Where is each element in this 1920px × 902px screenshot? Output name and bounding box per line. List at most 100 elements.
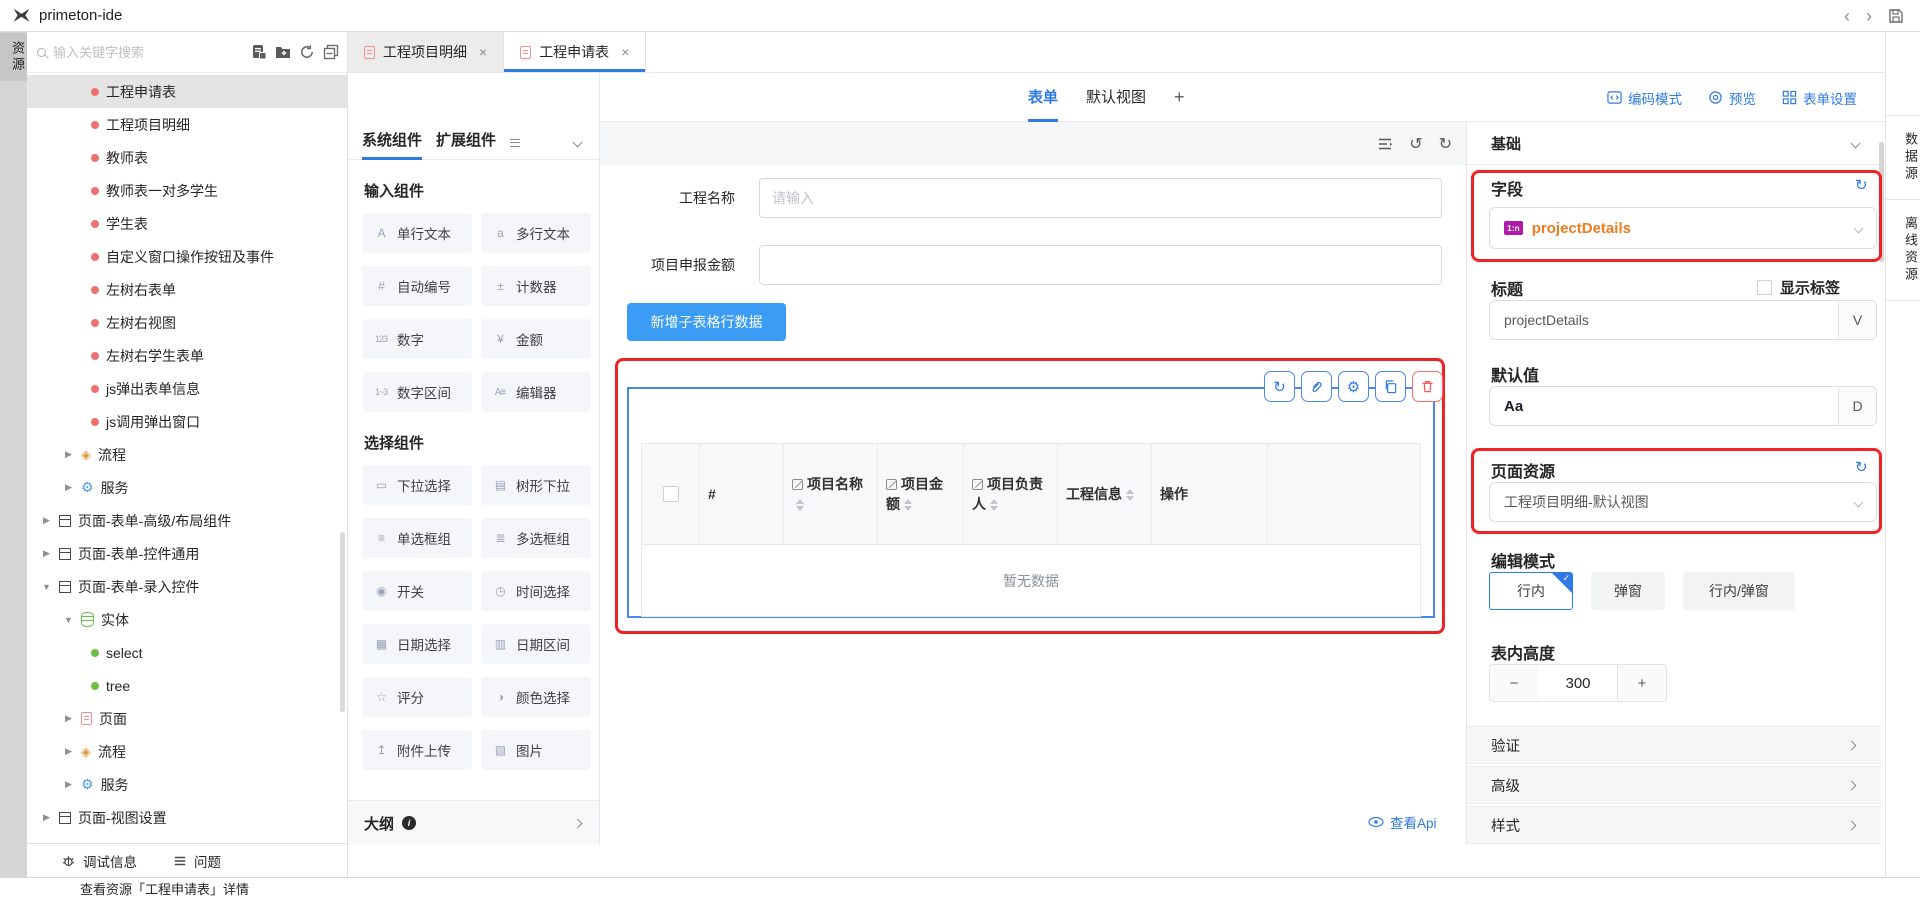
palette-item[interactable]: ¥金额 bbox=[481, 319, 591, 359]
mode-popup-button[interactable]: 弹窗 bbox=[1591, 572, 1665, 610]
palette-item[interactable]: ☆评分 bbox=[362, 677, 472, 717]
view-api-link[interactable]: 查看Api bbox=[1368, 812, 1437, 832]
palette-item[interactable]: ▥日期区间 bbox=[481, 624, 591, 664]
tree-item[interactable]: 学生表 bbox=[27, 207, 347, 240]
expand-arrow-icon[interactable]: ▶ bbox=[41, 548, 52, 559]
problems-tab[interactable]: 问题 bbox=[173, 851, 221, 871]
form-view-tab[interactable]: 表单 bbox=[1028, 73, 1058, 122]
amount-column-header[interactable]: 项目金额 bbox=[878, 444, 964, 544]
preview-button[interactable]: 预览 bbox=[1708, 88, 1756, 108]
expand-arrow-icon[interactable]: ▶ bbox=[63, 746, 74, 757]
tree-item[interactable]: 左树右视图 bbox=[27, 306, 347, 339]
select-all-checkbox[interactable] bbox=[663, 486, 679, 502]
field-sync-icon[interactable]: ↻ bbox=[1855, 176, 1868, 194]
name-column-header[interactable]: 项目名称 bbox=[784, 444, 878, 544]
delete-button[interactable] bbox=[1412, 371, 1443, 402]
advanced-section-header[interactable]: 高级 bbox=[1467, 766, 1881, 804]
tree-item-package[interactable]: ▶页面-表单-控件通用 bbox=[27, 537, 347, 570]
default-dynamic-button[interactable]: D bbox=[1838, 387, 1876, 425]
palette-item[interactable]: 1~3数字区间 bbox=[362, 372, 472, 412]
collapse-all-icon[interactable] bbox=[323, 44, 339, 60]
default-value-input[interactable] bbox=[1490, 387, 1838, 425]
palette-item[interactable]: ▭下拉选择 bbox=[362, 465, 472, 505]
expand-arrow-icon[interactable]: ▶ bbox=[63, 713, 74, 724]
palette-item[interactable]: ↥附件上传 bbox=[362, 730, 472, 770]
settings-button[interactable]: ⚙ bbox=[1338, 371, 1369, 402]
info-column-header[interactable]: 工程信息 bbox=[1058, 444, 1152, 544]
expand-arrow-icon[interactable]: ▶ bbox=[63, 779, 74, 790]
owner-column-header[interactable]: 项目负责人 bbox=[964, 444, 1058, 544]
sort-icon[interactable] bbox=[1126, 489, 1134, 501]
nav-back-icon[interactable]: ‹ bbox=[1844, 6, 1850, 27]
add-view-button[interactable]: + bbox=[1174, 73, 1185, 122]
expand-arrow-icon[interactable]: ▶ bbox=[41, 515, 52, 526]
tree-item-service[interactable]: ▶⚙服务 bbox=[27, 471, 347, 504]
tree-item[interactable]: 教师表一对多学生 bbox=[27, 174, 347, 207]
tree-item[interactable]: js调用弹出窗口 bbox=[27, 405, 347, 438]
palette-collapse-icon[interactable] bbox=[573, 138, 583, 148]
sidebar-scrollbar[interactable] bbox=[340, 532, 345, 712]
system-components-tab[interactable]: 系统组件 bbox=[362, 126, 422, 160]
locate-file-icon[interactable] bbox=[251, 44, 267, 60]
title-input[interactable] bbox=[1490, 301, 1838, 339]
tree-item[interactable]: 工程项目明细 bbox=[27, 108, 347, 141]
style-section-header[interactable]: 样式 bbox=[1467, 806, 1881, 844]
tree-item-flow[interactable]: ▶◈流程 bbox=[27, 438, 347, 471]
undo-icon[interactable]: ↺ bbox=[1409, 134, 1422, 154]
new-folder-icon[interactable] bbox=[275, 44, 291, 60]
sort-icon[interactable] bbox=[904, 499, 912, 511]
palette-item[interactable]: ≡单选框组 bbox=[362, 518, 472, 558]
tree-item[interactable]: 左树右表单 bbox=[27, 273, 347, 306]
basic-section-header[interactable]: 基础 bbox=[1467, 122, 1885, 165]
tree-item[interactable]: js弹出表单信息 bbox=[27, 372, 347, 405]
field-select[interactable]: 1:n projectDetails bbox=[1489, 207, 1877, 249]
expand-arrow-icon[interactable]: ▶ bbox=[41, 812, 52, 823]
sort-icon[interactable] bbox=[990, 499, 998, 511]
page-resource-select[interactable]: 工程项目明细-默认视图 bbox=[1489, 482, 1877, 522]
palette-item[interactable]: 123数字 bbox=[362, 319, 472, 359]
refresh-icon[interactable] bbox=[299, 44, 315, 60]
collapse-arrow-icon[interactable]: ▼ bbox=[63, 615, 74, 625]
palette-item[interactable]: A单行文本 bbox=[362, 213, 472, 253]
amount-input[interactable] bbox=[759, 245, 1442, 285]
resources-vertical-tab[interactable]: 资源 bbox=[0, 33, 27, 81]
tree-item-package[interactable]: ▼页面-表单-录入控件 bbox=[27, 570, 347, 603]
title-variable-button[interactable]: V bbox=[1838, 301, 1876, 339]
tree-item-entity[interactable]: ▼实体 bbox=[27, 603, 347, 636]
editor-tab[interactable]: 工程项目明细 × bbox=[348, 32, 504, 72]
tree-item-service[interactable]: ▶⚙服务 bbox=[27, 768, 347, 801]
palette-item[interactable]: a多行文本 bbox=[481, 213, 591, 253]
collapse-arrow-icon[interactable]: ▼ bbox=[41, 582, 52, 592]
validation-section-header[interactable]: 验证 bbox=[1467, 726, 1881, 764]
subtable-widget[interactable]: # 项目名称 项目金额 项目负责人 工程信息 操作 暂无数据 bbox=[627, 387, 1435, 618]
tree-item[interactable]: 教师表 bbox=[27, 141, 347, 174]
redo-icon[interactable]: ↻ bbox=[1439, 134, 1452, 154]
form-settings-button[interactable]: 表单设置 bbox=[1782, 88, 1857, 108]
tree-item[interactable]: 工程申请表 bbox=[27, 75, 347, 108]
palette-item[interactable]: ≣多选框组 bbox=[481, 518, 591, 558]
palette-item[interactable]: ▧图片 bbox=[481, 730, 591, 770]
palette-item[interactable]: ◷时间选择 bbox=[481, 571, 591, 611]
tree-item-page[interactable]: ▶页面 bbox=[27, 702, 347, 735]
tree-item[interactable]: 自定义窗口操作按钮及事件 bbox=[27, 240, 347, 273]
close-icon[interactable]: × bbox=[479, 44, 487, 60]
project-name-input[interactable] bbox=[759, 178, 1442, 218]
palette-menu-icon[interactable] bbox=[510, 139, 520, 147]
show-label-checkbox[interactable] bbox=[1757, 280, 1772, 295]
close-icon[interactable]: × bbox=[621, 44, 629, 60]
mode-inline-popup-button[interactable]: 行内/弹窗 bbox=[1683, 572, 1795, 610]
extension-components-tab[interactable]: 扩展组件 bbox=[436, 126, 496, 160]
sync-button[interactable]: ↻ bbox=[1264, 371, 1295, 402]
link-button[interactable] bbox=[1301, 371, 1332, 402]
palette-item[interactable]: ▤树形下拉 bbox=[481, 465, 591, 505]
palette-item[interactable]: ◉开关 bbox=[362, 571, 472, 611]
expand-arrow-icon[interactable]: ▶ bbox=[63, 449, 74, 460]
offline-resources-vertical-tab[interactable]: 离线资源 bbox=[1886, 200, 1920, 301]
save-icon[interactable] bbox=[1888, 8, 1904, 24]
datasource-vertical-tab[interactable]: 数据源 bbox=[1886, 115, 1920, 200]
palette-item[interactable]: ±计数器 bbox=[481, 266, 591, 306]
tree-item-package[interactable]: ▶页面-表单-高级/布局组件 bbox=[27, 504, 347, 537]
debug-info-tab[interactable]: 调试信息 bbox=[61, 851, 137, 871]
default-view-tab[interactable]: 默认视图 bbox=[1086, 73, 1146, 122]
palette-item[interactable]: ◑颜色选择 bbox=[481, 677, 591, 717]
